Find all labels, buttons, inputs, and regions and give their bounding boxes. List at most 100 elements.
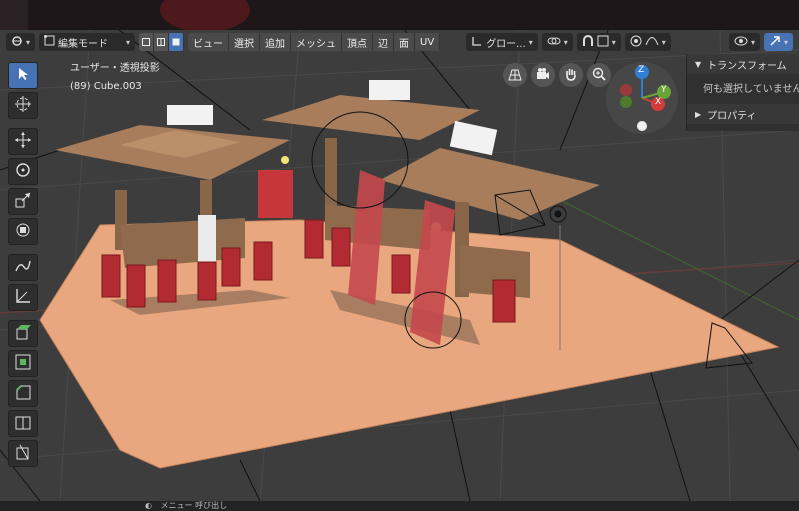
cursor-icon	[14, 95, 32, 116]
properties-header-label: プロパティ	[707, 110, 757, 122]
select-box-tool[interactable]	[8, 62, 38, 89]
scale-tool[interactable]	[8, 188, 38, 215]
menu-select[interactable]: 選択	[229, 33, 261, 51]
select-box-icon	[15, 66, 31, 85]
gizmo-arrows-icon	[769, 35, 781, 50]
bevel-icon	[14, 383, 32, 404]
status-text: メニュー 呼び出し	[160, 501, 228, 510]
link-icon	[547, 36, 561, 49]
object-label: (89) Cube.003	[70, 81, 142, 92]
vertex-select-icon[interactable]	[139, 33, 155, 51]
blender-window: ▾ 編集モード ▾ ビュー 選択 追加 メッシュ 頂点 辺 面 UV グロー..…	[0, 0, 799, 511]
status-bar: ◐ メニュー 呼び出し	[0, 501, 799, 511]
editor-type-button[interactable]: ▾	[6, 33, 36, 51]
chevron-down-icon: ▾	[661, 37, 666, 47]
scale-icon	[14, 191, 32, 212]
mode-select[interactable]: 編集モード ▾	[39, 33, 136, 51]
properties-panel-header[interactable]: ▶ プロパティ	[687, 104, 799, 124]
camera-icon	[536, 67, 550, 84]
menu-add[interactable]: 追加	[260, 33, 292, 51]
measure-icon	[14, 287, 32, 308]
move-icon	[14, 131, 32, 152]
gizmo-toggle-button[interactable]: ▾	[763, 33, 793, 51]
grid-icon	[508, 67, 522, 84]
loop-cut-icon	[14, 413, 32, 434]
menu-uv[interactable]: UV	[415, 33, 441, 51]
viewport-nav-buttons	[503, 63, 611, 87]
menu-edge[interactable]: 辺	[373, 33, 395, 51]
snap-target-button[interactable]: ▾	[541, 33, 573, 51]
rotate-tool[interactable]	[8, 158, 38, 185]
sidebar-n-panel: ▼ トランスフォーム 何も選択していません ▶ プロパティ	[686, 54, 799, 131]
zoom-icon	[592, 67, 606, 84]
annotate-tool[interactable]	[8, 254, 38, 281]
extrude-icon	[14, 323, 32, 344]
header-menus: ビュー 選択 追加 メッシュ 頂点 辺 面 UV	[188, 33, 441, 51]
snap-element-icon	[597, 35, 609, 50]
3d-viewport[interactable]	[0, 30, 799, 501]
expand-down-icon: ▼	[695, 59, 702, 69]
knife-tool[interactable]	[8, 440, 38, 467]
transform-orientation-select[interactable]: グロー... ▾	[466, 33, 538, 51]
chevron-down-icon: ▾	[750, 37, 755, 47]
transform-tool[interactable]	[8, 218, 38, 245]
chevron-down-icon: ▾	[528, 37, 533, 47]
gizmo-x-label: X	[655, 97, 662, 107]
edge-select-icon[interactable]	[154, 33, 170, 51]
extrude-tool[interactable]	[8, 320, 38, 347]
scene-render	[0, 30, 799, 501]
mode-label: 編集モード	[58, 38, 109, 50]
cursor-tool[interactable]	[8, 92, 38, 119]
select-mode-group	[139, 33, 185, 51]
edit-mode-icon	[44, 35, 55, 49]
tool-shelf	[8, 62, 42, 467]
transform-icon	[14, 221, 32, 242]
knife-icon	[14, 443, 32, 464]
chevron-down-icon: ▾	[26, 37, 31, 47]
pivot-label: グロー...	[486, 38, 526, 50]
hand-icon	[564, 67, 578, 84]
measure-tool[interactable]	[8, 284, 38, 311]
menu-vertex[interactable]: 頂点	[342, 33, 374, 51]
chevron-down-icon: ▾	[783, 37, 788, 47]
inset-icon	[14, 353, 32, 374]
inset-tool[interactable]	[8, 350, 38, 377]
annotate-icon	[14, 257, 32, 278]
background-render-strip	[0, 0, 799, 30]
transform-panel-header[interactable]: ▼ トランスフォーム	[687, 54, 799, 74]
rotate-icon	[14, 161, 32, 182]
menu-view[interactable]: ビュー	[188, 33, 230, 51]
viewport-header: ▾ 編集モード ▾ ビュー 選択 追加 メッシュ 頂点 辺 面 UV グロー..…	[0, 30, 799, 54]
projection-label: ユーザー・透視投影	[70, 63, 160, 74]
viewport-info: ユーザー・透視投影 (89) Cube.003	[70, 60, 160, 96]
bevel-tool[interactable]	[8, 380, 38, 407]
ortho-toggle-button[interactable]	[503, 63, 527, 87]
chevron-down-icon: ▾	[611, 37, 616, 47]
transform-empty-message: 何も選択していません	[703, 83, 799, 95]
falloff-curve-icon	[645, 36, 659, 49]
proportional-dot-icon	[630, 35, 642, 50]
move-tool[interactable]	[8, 128, 38, 155]
proportional-edit-button[interactable]: ▾	[624, 33, 671, 51]
magnet-icon	[582, 34, 594, 50]
snap-toggle-button[interactable]: ▾	[576, 33, 621, 51]
gizmo-y-label: Y	[661, 85, 667, 95]
top-strip	[0, 0, 799, 30]
expand-right-icon: ▶	[695, 109, 702, 119]
face-select-icon[interactable]	[169, 33, 185, 51]
loop-cut-tool[interactable]	[8, 410, 38, 437]
transform-header-label: トランスフォーム	[707, 60, 787, 72]
menu-face[interactable]: 面	[394, 33, 416, 51]
eye-icon	[734, 36, 748, 49]
pan-view-button[interactable]	[559, 63, 583, 87]
chevron-down-icon: ▾	[126, 37, 131, 47]
camera-view-button[interactable]	[531, 63, 555, 87]
navigation-gizmo[interactable]: Z Y X	[606, 62, 678, 134]
orientation-axes-icon	[471, 35, 483, 50]
grid-editor-icon	[11, 35, 23, 50]
mouse-icon: ◐	[145, 501, 152, 510]
chevron-down-icon: ▾	[563, 37, 568, 47]
menu-mesh[interactable]: メッシュ	[291, 33, 343, 51]
gizmo-z-label: Z	[638, 65, 645, 75]
visibility-button[interactable]: ▾	[728, 33, 760, 51]
